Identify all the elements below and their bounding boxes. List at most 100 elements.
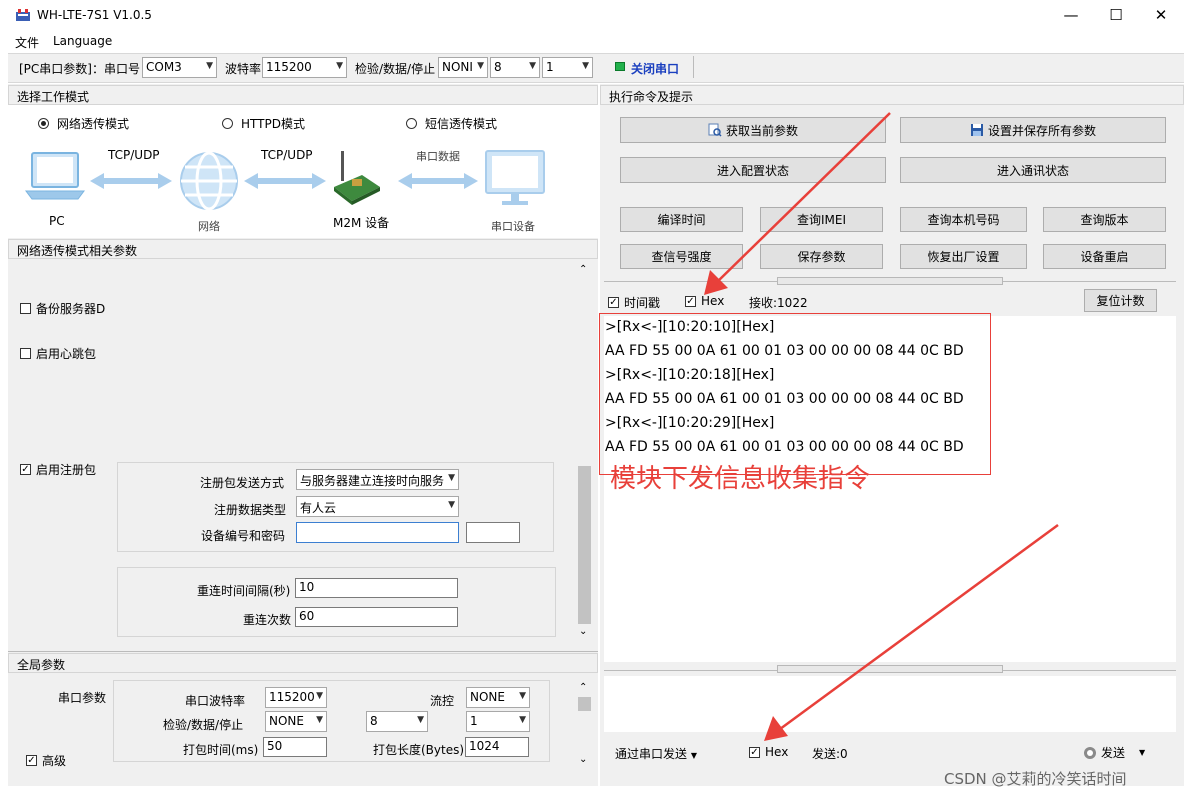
- timestamp-checkbox[interactable]: ✓ 时间戳: [608, 294, 660, 311]
- send-button[interactable]: 发送 ▼: [1083, 744, 1145, 761]
- g-baud-label: 串口波特率: [185, 694, 246, 708]
- device-id-label: 设备编号和密码: [201, 529, 286, 543]
- chevron-down-icon: ▼: [690, 751, 697, 760]
- params-scrollbar-thumb[interactable]: [578, 466, 591, 624]
- chevron-down-icon: ▼: [417, 715, 424, 725]
- send-via-select[interactable]: 通过串口发送 ▼: [615, 745, 697, 762]
- watermark: CSDN @艾莉的冷笑话时间: [944, 770, 1127, 788]
- chevron-down-icon: ▼: [206, 61, 213, 71]
- g-stop-select[interactable]: 1 ▼: [466, 711, 530, 732]
- save-params-button[interactable]: 保存参数: [760, 244, 883, 269]
- enter-config-button[interactable]: 进入配置状态: [620, 157, 886, 183]
- set-save-button[interactable]: 设置并保存所有参数: [900, 117, 1166, 143]
- diagram-tcp-udp-1: TCP/UDP: [108, 148, 160, 162]
- panel-splitter[interactable]: [8, 643, 598, 652]
- scroll-down-icon[interactable]: ⌄: [579, 626, 587, 637]
- toolbar-divider: [693, 56, 694, 78]
- reg-type-label: 注册数据类型: [214, 503, 287, 517]
- pack-len-input[interactable]: 1024: [465, 737, 529, 757]
- maximize-button[interactable]: ☐: [1093, 0, 1139, 30]
- double-arrow-icon: [398, 173, 478, 189]
- send-input-area[interactable]: [604, 676, 1176, 732]
- checkbox-checked-icon: ✓: [749, 746, 760, 758]
- reset-count-button[interactable]: 复位计数: [1084, 289, 1157, 312]
- parity-label: 检验/数据/停止: [355, 62, 436, 76]
- chevron-down-icon: ▼: [448, 500, 455, 510]
- monitor-icon: [485, 150, 545, 205]
- reconnect-label: 重连时间间隔(秒): [197, 584, 291, 598]
- command-header: 执行命令及提示: [600, 85, 1184, 105]
- menu-language[interactable]: Language: [53, 34, 112, 48]
- g-baud-select[interactable]: 115200 ▼: [265, 687, 327, 708]
- backup-server-checkbox[interactable]: 备份服务器D: [20, 300, 105, 317]
- diagram-serial-data: 串口数据: [416, 150, 460, 163]
- baud-select[interactable]: 115200 ▼: [262, 57, 347, 78]
- device-id-input[interactable]: [296, 522, 459, 543]
- checkbox-checked-icon: ✓: [26, 755, 37, 766]
- query-imei-button[interactable]: 查询IMEI: [760, 207, 883, 232]
- globe-icon: [180, 151, 238, 211]
- save-icon: [970, 124, 983, 136]
- pack-time-label: 打包时间(ms): [183, 743, 259, 757]
- radio-icon: [406, 118, 417, 129]
- flow-select[interactable]: NONE ▼: [466, 687, 530, 708]
- pack-time-input[interactable]: 50: [263, 737, 327, 757]
- minimize-button[interactable]: —: [1048, 0, 1094, 30]
- device-restart-button[interactable]: 设备重启: [1043, 244, 1166, 269]
- advanced-checkbox[interactable]: ✓ 高级: [26, 752, 66, 769]
- chevron-down-icon: ▼: [336, 61, 343, 71]
- parity-select[interactable]: NONI ▼: [438, 57, 488, 78]
- heartbeat-checkbox[interactable]: 启用心跳包: [20, 345, 96, 362]
- m2m-device-icon: [334, 151, 380, 205]
- serial-params-group-label: 串口参数: [58, 691, 107, 705]
- g-parity-select[interactable]: NONE ▼: [265, 711, 327, 732]
- annotation-text: 模块下发信息收集指令: [610, 464, 871, 494]
- close-button[interactable]: ✕: [1138, 0, 1184, 30]
- chevron-down-icon: ▼: [316, 715, 323, 725]
- diagram-tcp-udp-2: TCP/UDP: [261, 148, 313, 162]
- signal-strength-button[interactable]: 查信号强度: [620, 244, 743, 269]
- reg-type-select[interactable]: 有人云 ▼: [296, 496, 459, 517]
- g-data-select[interactable]: 8 ▼: [366, 711, 428, 732]
- diagram-m2m-label: M2M 设备: [333, 216, 390, 230]
- mode-radio-network[interactable]: 网络透传模式: [38, 115, 129, 132]
- checkbox-checked-icon: ✓: [608, 297, 619, 308]
- compile-time-button[interactable]: 编译时间: [620, 207, 743, 232]
- close-port-button[interactable]: 关闭串口: [631, 60, 679, 77]
- top-splitter[interactable]: [777, 277, 1003, 285]
- recv-count: 接收:1022: [749, 296, 808, 310]
- scroll-up-icon[interactable]: ⌃: [579, 682, 587, 693]
- window-title: WH-LTE-7S1 V1.0.5: [37, 8, 152, 22]
- query-version-button[interactable]: 查询版本: [1043, 207, 1166, 232]
- double-arrow-icon: [244, 173, 326, 189]
- recv-hex-checkbox[interactable]: ✓ Hex: [685, 294, 724, 308]
- query-number-button[interactable]: 查询本机号码: [900, 207, 1027, 232]
- register-checkbox[interactable]: ✓ 启用注册包: [20, 461, 96, 478]
- reconnect-input[interactable]: 10: [295, 578, 458, 598]
- title-bar: [0, 0, 1192, 32]
- retry-input[interactable]: 60: [295, 607, 458, 627]
- chevron-down-icon: ▼: [1139, 748, 1146, 757]
- menu-file[interactable]: 文件: [15, 34, 39, 51]
- serial-params-label: [PC串口参数]：串口号: [19, 62, 140, 76]
- global-scrollbar-thumb[interactable]: [578, 697, 591, 711]
- reg-send-select[interactable]: 与服务器建立连接时向服务 ▼: [296, 469, 459, 490]
- mode-radio-httpd[interactable]: HTTPD模式: [222, 115, 305, 132]
- net-params-header: 网络透传模式相关参数: [8, 239, 598, 259]
- bottom-splitter[interactable]: [777, 665, 1003, 673]
- device-password-input[interactable]: [466, 522, 520, 543]
- scroll-up-icon[interactable]: ⌃: [579, 264, 587, 275]
- enter-comm-button[interactable]: 进入通讯状态: [900, 157, 1166, 183]
- data-bits-select[interactable]: 8 ▼: [490, 57, 540, 78]
- stop-bits-select[interactable]: 1 ▼: [542, 57, 593, 78]
- checkbox-icon: [20, 348, 31, 359]
- get-params-button[interactable]: 获取当前参数: [620, 117, 886, 143]
- mode-radio-sms[interactable]: 短信透传模式: [406, 115, 497, 132]
- chevron-down-icon: ▼: [316, 691, 323, 701]
- chevron-down-icon: ▼: [448, 473, 455, 483]
- diagram-network-label: 网络: [198, 220, 220, 233]
- send-hex-checkbox[interactable]: ✓ Hex: [749, 745, 788, 759]
- factory-reset-button[interactable]: 恢复出厂设置: [900, 244, 1027, 269]
- port-select[interactable]: COM3 ▼: [142, 57, 217, 78]
- scroll-down-icon[interactable]: ⌄: [579, 754, 587, 765]
